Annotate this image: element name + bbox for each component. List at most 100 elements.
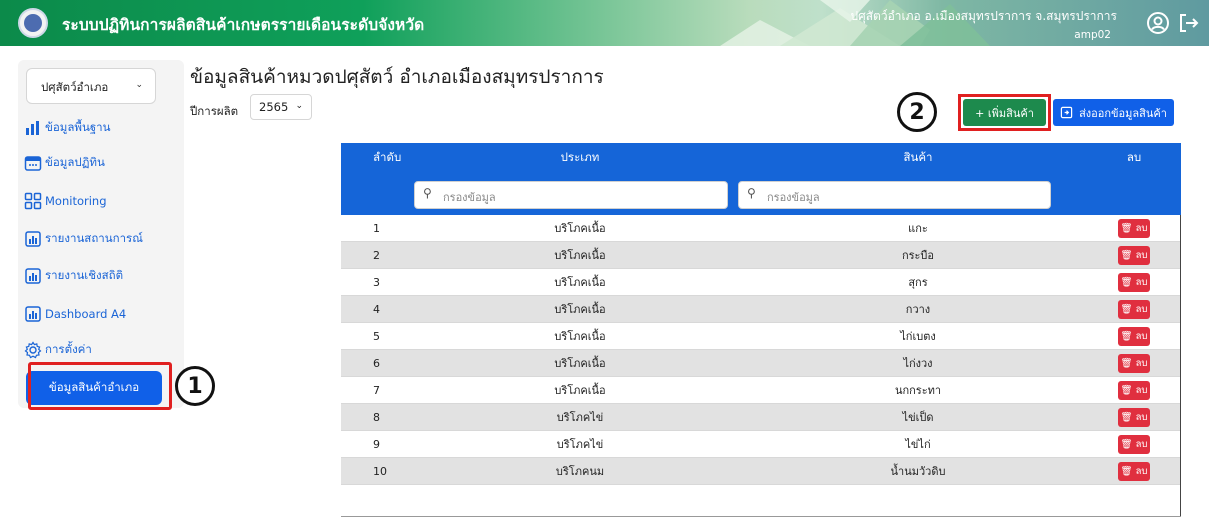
- delete-button[interactable]: 🗑 ลบ: [1118, 299, 1150, 319]
- cell-product: ไข่ไก่: [905, 438, 931, 451]
- col-header-product: สินค้า: [903, 150, 933, 164]
- delete-button-label: ลบ: [1135, 249, 1148, 261]
- sidebar-item-calendar[interactable]: ข้อมูลปฏิทิน: [24, 154, 105, 172]
- report-icon: [25, 231, 41, 247]
- cell-delete: 🗑 ลบ: [1087, 407, 1181, 427]
- sidebar-item-dashboard-a4[interactable]: Dashboard A4: [24, 305, 126, 323]
- table-body: 1 บริโภคเนื้อ แกะ 🗑 ลบ 2 บริโภคเนื้อ กระบือ 🗑 ลบ 3…: [341, 215, 1181, 485]
- cell-product: น้ำนมวัวดิบ: [890, 465, 946, 478]
- type-filter-placeholder: กรองข้อมูล: [443, 191, 496, 204]
- user-code: amp02: [1074, 29, 1111, 41]
- delete-button-label: ลบ: [1135, 330, 1148, 342]
- cell-delete: 🗑 ลบ: [1087, 434, 1181, 454]
- delete-button-label: ลบ: [1135, 438, 1148, 450]
- sidebar-item-settings[interactable]: การตั้งค่า: [24, 341, 92, 359]
- delete-button[interactable]: 🗑 ลบ: [1118, 434, 1150, 454]
- cell-type: บริโภคเนื้อ: [554, 303, 606, 316]
- report-icon: [25, 268, 41, 284]
- table-right-border: [1180, 215, 1181, 517]
- filter-row: ⚲ กรองข้อมูล ⚲ กรองข้อมูล: [341, 173, 1181, 215]
- cell-product: ไก่งวง: [903, 357, 933, 370]
- search-icon: ⚲: [747, 186, 756, 200]
- year-select[interactable]: 2565 ⌄: [250, 94, 312, 120]
- cell-type: บริโภคเนื้อ: [554, 249, 606, 262]
- delete-button[interactable]: 🗑 ลบ: [1118, 326, 1150, 346]
- cell-delete: 🗑 ลบ: [1087, 380, 1181, 400]
- chevron-down-icon: ⌄: [295, 101, 303, 111]
- col-header-index: ลำดับ: [373, 150, 402, 164]
- delete-button[interactable]: 🗑 ลบ: [1118, 245, 1150, 265]
- cell-product: นกกระทา: [894, 384, 942, 397]
- delete-button-label: ลบ: [1135, 276, 1148, 288]
- bar-chart-icon: [26, 121, 39, 135]
- cell-product: สุกร: [908, 276, 928, 289]
- cell-index: 7: [373, 383, 380, 397]
- export-icon: [1060, 106, 1073, 119]
- delete-button[interactable]: 🗑 ลบ: [1118, 353, 1150, 373]
- export-products-button[interactable]: ส่งออกข้อมูลสินค้า: [1053, 99, 1174, 126]
- cell-delete: 🗑 ลบ: [1087, 299, 1181, 319]
- year-select-value: 2565: [259, 100, 289, 114]
- delete-button-label: ลบ: [1135, 303, 1148, 315]
- sidebar-item-basic-data[interactable]: ข้อมูลพื้นฐาน: [24, 119, 111, 137]
- delete-button[interactable]: 🗑 ลบ: [1118, 407, 1150, 427]
- sidebar: ปศุสัตว์อำเภอ ⌄ ข้อมูลพื้นฐาน ข้อมูลปฏิท…: [18, 60, 184, 408]
- delete-button[interactable]: 🗑 ลบ: [1118, 218, 1150, 238]
- sidebar-item-monitoring[interactable]: Monitoring: [24, 192, 107, 210]
- user-circle-icon[interactable]: [1146, 11, 1170, 35]
- trash-icon: 🗑: [1120, 357, 1133, 369]
- cell-index: 2: [373, 248, 380, 262]
- app-title: ระบบปฏิทินการผลิตสินค้าเกษตรรายเดือนระดั…: [62, 16, 425, 34]
- cell-index: 9: [373, 437, 380, 451]
- gear-icon: [24, 341, 42, 359]
- highlight-box-1: [28, 362, 172, 410]
- delete-button-label: ลบ: [1135, 222, 1148, 234]
- delete-button[interactable]: 🗑 ลบ: [1118, 380, 1150, 400]
- report-icon: [25, 306, 41, 322]
- table-row: 8 บริโภคไข่ ไข่เป็ด 🗑 ลบ: [341, 404, 1181, 431]
- page-title: ข้อมูลสินค้าหมวดปศุสัตว์ อำเภอเมืองสมุทร…: [190, 66, 604, 88]
- category-select-value: ปศุสัตว์อำเภอ: [41, 80, 109, 94]
- app-logo: [18, 8, 48, 38]
- highlight-box-2: [958, 94, 1051, 131]
- user-location: ปศุสัตว์อำเภอ อ.เมืองสมุทรปราการ จ.สมุทร…: [850, 9, 1117, 23]
- col-header-delete: ลบ: [1126, 150, 1142, 164]
- logout-icon[interactable]: [1176, 11, 1200, 35]
- cell-delete: 🗑 ลบ: [1087, 326, 1181, 346]
- table-row: 7 บริโภคเนื้อ นกกระทา 🗑 ลบ: [341, 377, 1181, 404]
- product-filter-placeholder: กรองข้อมูล: [767, 191, 820, 204]
- cell-type: บริโภคไข่: [556, 411, 604, 424]
- cell-delete: 🗑 ลบ: [1087, 245, 1181, 265]
- sidebar-item-label: ข้อมูลปฏิทิน: [45, 155, 105, 169]
- cell-index: 1: [373, 221, 380, 235]
- sidebar-item-label: รายงานเชิงสถิติ: [45, 268, 124, 282]
- user-info: ปศุสัตว์อำเภอ อ.เมืองสมุทรปราการ จ.สมุทร…: [850, 7, 1117, 41]
- category-select[interactable]: ปศุสัตว์อำเภอ ⌄: [26, 68, 156, 104]
- table-row: 6 บริโภคเนื้อ ไก่งวง 🗑 ลบ: [341, 350, 1181, 377]
- cell-product: แกะ: [908, 222, 928, 235]
- cell-delete: 🗑 ลบ: [1087, 461, 1181, 481]
- search-icon: ⚲: [423, 186, 432, 200]
- trash-icon: 🗑: [1120, 465, 1133, 477]
- cell-type: บริโภคนม: [555, 465, 605, 478]
- cell-delete: 🗑 ลบ: [1087, 218, 1181, 238]
- trash-icon: 🗑: [1120, 330, 1133, 342]
- cell-delete: 🗑 ลบ: [1087, 353, 1181, 373]
- cell-index: 5: [373, 329, 380, 343]
- grid-icon: [24, 192, 42, 210]
- sidebar-item-situation-report[interactable]: รายงานสถานการณ์: [24, 230, 143, 248]
- trash-icon: 🗑: [1120, 438, 1133, 450]
- cell-type: บริโภคเนื้อ: [554, 276, 606, 289]
- cell-index: 8: [373, 410, 380, 424]
- sidebar-item-statistics-report[interactable]: รายงานเชิงสถิติ: [24, 267, 123, 285]
- delete-button[interactable]: 🗑 ลบ: [1118, 272, 1150, 292]
- sidebar-item-label: ข้อมูลพื้นฐาน: [45, 120, 111, 134]
- trash-icon: 🗑: [1120, 303, 1133, 315]
- product-filter-input[interactable]: ⚲ กรองข้อมูล: [738, 181, 1051, 209]
- cell-type: บริโภคเนื้อ: [554, 384, 606, 397]
- type-filter-input[interactable]: ⚲ กรองข้อมูล: [414, 181, 728, 209]
- delete-button[interactable]: 🗑 ลบ: [1118, 461, 1150, 481]
- table-row: 3 บริโภคเนื้อ สุกร 🗑 ลบ: [341, 269, 1181, 296]
- trash-icon: 🗑: [1120, 384, 1133, 396]
- year-label: ปีการผลิต: [190, 104, 239, 118]
